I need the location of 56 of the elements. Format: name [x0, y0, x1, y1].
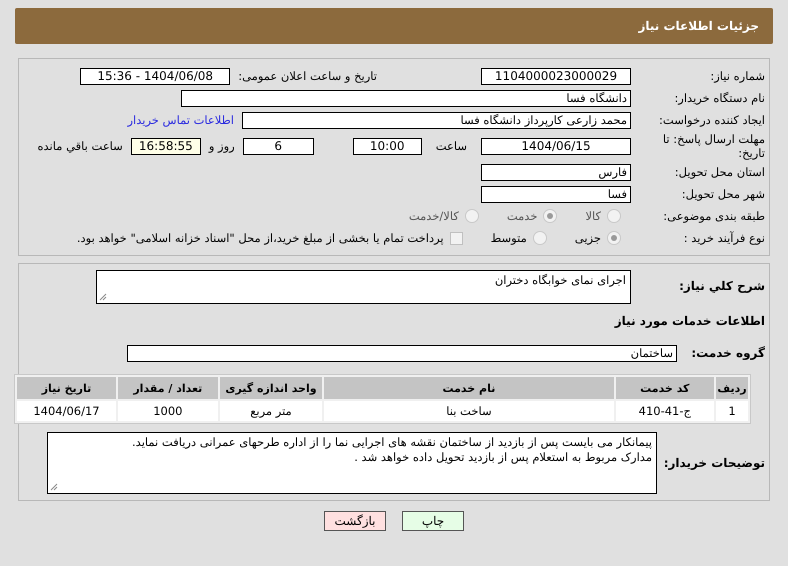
buyer-notes-field[interactable]: پیمانکار می بایست پس از بازدید از ساختمان نقشه های اجرایی نما را از اداره طرحهای عمرانی دریافت نماید. مدارک مربوط به استعلام پس از بازدید تحویل داده خواهد شد .	[47, 432, 657, 494]
service-group-field[interactable]: ساختمان	[127, 344, 677, 362]
table-cell: ج-41-410	[616, 401, 714, 421]
need-number-field[interactable]: 1104000023000029	[481, 68, 631, 84]
field-label: نوع فرآیند خرید :	[682, 231, 766, 245]
radio-button[interactable]	[532, 231, 547, 245]
payment-note: پرداخت تمام یا بخشی از مبلغ خرید،از محل "اسناد خزانه اسلامی" خواهد بود.	[76, 231, 444, 245]
creator-field[interactable]: محمد زارعی کارپرداز دانشگاه فسا	[242, 112, 631, 128]
table-cell: 1000	[118, 401, 218, 421]
column-header: تاریخ نیاز	[17, 377, 116, 399]
deadline-date-field[interactable]: 1404/06/15	[481, 138, 631, 154]
field-label: شهر محل تحویل:	[680, 187, 766, 201]
field-label: مهلت ارسال پاسخ: تا تاریخ:	[662, 132, 766, 160]
buyer-org-field[interactable]: دانشگاه فسا	[181, 90, 631, 106]
radio-button[interactable]	[607, 231, 621, 245]
field-label: تاریخ و ساعت اعلان عمومی:	[238, 69, 377, 83]
field-label: ایجاد کننده درخواست:	[658, 113, 766, 127]
table-cell: 1	[716, 401, 748, 421]
field-label: گروه خدمت:	[690, 346, 766, 360]
field-label: توضیحات خریدار:	[665, 456, 766, 470]
field-label: شماره نیاز:	[709, 69, 766, 83]
section-title: اطلاعات خدمات مورد نیاز	[613, 314, 766, 328]
province-field[interactable]: فارس	[481, 164, 631, 180]
checkbox[interactable]	[450, 232, 463, 244]
days-field[interactable]: 6	[242, 138, 314, 154]
option-label: متوسط	[490, 231, 527, 245]
print-button[interactable]: چاپ	[402, 511, 464, 531]
option-label: خدمت	[506, 209, 538, 223]
option-label: کالا/خدمت	[408, 209, 459, 223]
column-header: ردیف	[716, 377, 748, 399]
option-label: جزیی	[574, 231, 601, 245]
column-header: نام خدمت	[324, 377, 614, 399]
field-label: روز و	[208, 139, 235, 153]
column-header: تعداد / مقدار	[118, 377, 218, 399]
field-label: طبقه بندی موضوعی:	[662, 209, 766, 223]
table-cell: ساخت بنا	[324, 401, 614, 421]
table-cell: متر مربع	[220, 401, 322, 421]
column-header: کد خدمت	[616, 377, 714, 399]
resize-grip-icon[interactable]	[50, 483, 58, 491]
summary-field[interactable]: اجرای نمای خوابگاه دختران	[96, 270, 631, 304]
announce-date-field[interactable]: 1404/06/08 - 15:36	[80, 68, 230, 84]
field-label: ساعت	[436, 139, 467, 153]
option-label: کالا	[585, 209, 601, 223]
city-field[interactable]: فسا	[481, 186, 631, 202]
field-label: ساعت باقي مانده	[38, 139, 123, 153]
deadline-time-field[interactable]: 10:00	[352, 138, 422, 154]
field-label: شرح کلي نياز:	[678, 278, 766, 293]
field-label: استان محل تحویل:	[674, 165, 766, 179]
page-title: جزئیات اطلاعات نیاز	[638, 19, 759, 33]
remaining-time-field[interactable]: 16:58:55	[130, 138, 201, 154]
contact-link[interactable]: اطلاعات تماس خریدار	[127, 113, 234, 127]
field-label: نام دستگاه خریدار:	[673, 91, 766, 105]
resize-grip-icon[interactable]	[99, 293, 107, 301]
table-cell: 1404/06/17	[17, 401, 116, 421]
column-header: واحد اندازه گیری	[220, 377, 322, 399]
back-button[interactable]: بازگشت	[324, 511, 386, 531]
